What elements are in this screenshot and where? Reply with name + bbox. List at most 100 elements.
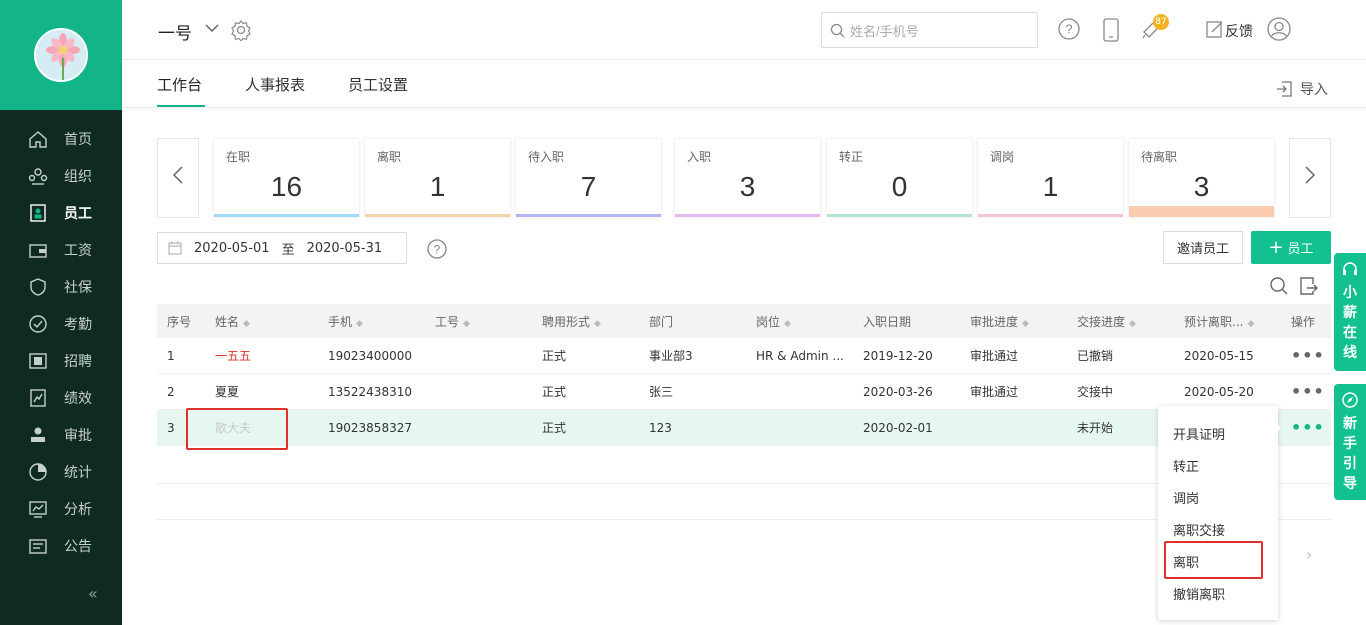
cell-type: 正式 [542,421,567,435]
online-chat-button[interactable]: 小 薪 在 线 [1334,253,1366,371]
sort-icon[interactable]: ◆ [784,319,791,329]
table-row[interactable]: 1 一五五 19023400000 正式 事业部3 HR & Admin ... 2019-… [157,338,1331,374]
recruit-icon [28,351,48,371]
column-header[interactable]: 岗位 ◆ [746,313,853,330]
user-avatar-icon[interactable] [1267,17,1291,45]
menu-item[interactable]: 转正 [1173,456,1199,475]
date-end[interactable]: 2020-05-31 [307,241,383,256]
invite-employee-button[interactable]: 邀请员工 [1163,231,1243,264]
column-header[interactable]: 手机 ◆ [318,313,425,330]
sidebar-item-label: 公告 [64,538,92,555]
date-start[interactable]: 2020-05-01 [194,241,270,256]
sidebar-item[interactable]: 首页 [0,120,122,157]
menu-item[interactable]: 离职交接 [1173,520,1225,539]
search-icon [830,23,846,43]
column-header[interactable]: 预计离职... ◆ [1174,313,1281,330]
sort-icon[interactable]: ◆ [1247,319,1254,329]
sort-icon[interactable]: ◆ [1129,319,1136,329]
sidebar-item[interactable]: 工资 [0,231,122,268]
sort-icon[interactable]: ◆ [1022,319,1029,329]
company-name[interactable]: 一号 [158,19,192,44]
sidebar-item[interactable]: 组织 [0,157,122,194]
menu-item[interactable]: 撤销离职 [1173,584,1225,603]
stat-card[interactable]: 待离职 3 [1129,139,1274,217]
column-header-label: 审批进度 [970,314,1019,329]
cell-join: 2019-12-20 [863,348,933,363]
help-icon[interactable]: ? [1058,18,1080,44]
stat-card[interactable]: 待入职 7 [516,139,661,217]
sidebar-item[interactable]: 招聘 [0,342,122,379]
carousel-next-button[interactable] [1289,138,1331,218]
column-header: 序号 [157,313,205,330]
divider [157,519,1331,520]
more-actions-icon[interactable]: ••• [1281,346,1331,365]
stat-card[interactable]: 入职 3 [675,139,820,217]
column-header-label: 手机 [328,314,353,329]
sidebar-item[interactable]: 社保 [0,268,122,305]
sidebar-item[interactable]: 审批 [0,416,122,453]
sort-icon[interactable]: ◆ [463,319,470,329]
sidebar-item-label: 统计 [64,464,92,481]
sidebar-nav: 首页 组织 员工 工资 社保考勤招聘 绩效 审批统计分析公告 [0,110,122,564]
stat-card[interactable]: 调岗 1 [978,139,1123,217]
top-header: 一号 ? 87 反馈 [122,0,1366,60]
cell-name[interactable]: 一五五 [205,347,318,364]
column-header-label: 预计离职... [1184,314,1244,329]
tab-bar: 工作台 人事报表 员工设置 导入 [122,60,1366,108]
column-header[interactable]: 姓名 ◆ [205,313,318,330]
stat-accent-bar [827,214,972,217]
table-row[interactable]: 3 散大夫 19023858327 正式 123 2020-02-01 未开始 ••• [157,410,1331,446]
export-icon[interactable] [1298,276,1318,300]
compass-icon [1342,392,1358,408]
table-row[interactable]: 2 夏夏 13522438310 正式 张三 2020-03-26 审批通过 交接中 2020-… [157,374,1331,410]
sidebar-item-label: 考勤 [64,316,92,333]
feedback-label: 反馈 [1225,24,1253,40]
search-input[interactable] [850,21,1030,41]
add-employee-button[interactable]: + 员工 [1251,231,1331,264]
sidebar: 首页 组织 员工 工资 社保考勤招聘 绩效 审批统计分析公告 « [0,0,122,625]
sort-icon[interactable]: ◆ [243,319,250,329]
import-button[interactable]: 导入 [1276,79,1328,99]
more-actions-icon[interactable]: ••• [1281,382,1331,401]
column-header[interactable]: 审批进度 ◆ [960,313,1067,330]
sidebar-item[interactable]: 公告 [0,527,122,564]
mobile-icon[interactable] [1102,18,1120,46]
stat-value: 16 [270,171,303,202]
stat-card[interactable]: 在职 16 [214,139,359,217]
tab-workbench[interactable]: 工作台 [157,74,202,95]
more-actions-icon[interactable]: ••• [1281,418,1331,437]
sidebar-item[interactable]: 绩效 [0,379,122,416]
sidebar-item[interactable]: 考勤 [0,305,122,342]
column-header: 操作 [1281,313,1331,330]
collapse-sidebar-icon[interactable]: « [88,584,98,603]
table-search-icon[interactable] [1269,276,1289,300]
chevron-down-icon[interactable] [204,20,220,40]
column-header[interactable]: 工号 ◆ [425,313,532,330]
column-header[interactable]: 聘用形式 ◆ [532,313,639,330]
cell-phone: 19023400000 [328,348,412,363]
sort-icon[interactable]: ◆ [356,319,363,329]
sidebar-item[interactable]: 统计 [0,453,122,490]
import-label: 导入 [1300,82,1328,98]
cell-name[interactable]: 夏夏 [205,383,318,400]
stat-card[interactable]: 转正 0 [827,139,972,217]
carousel-prev-button[interactable] [157,138,199,218]
sort-icon[interactable]: ◆ [594,319,601,329]
column-header[interactable]: 交接进度 ◆ [1067,313,1174,330]
feedback-button[interactable]: 反馈 [1205,19,1253,43]
attendance-icon [28,314,48,334]
date-range-picker[interactable]: 2020-05-01 至 2020-05-31 [157,232,407,264]
menu-item[interactable]: 开具证明 [1173,424,1225,443]
tab-employee-settings[interactable]: 员工设置 [348,74,408,95]
beginner-guide-button[interactable]: 新 手 引 导 [1334,384,1366,500]
avatar[interactable] [34,28,88,82]
sidebar-item[interactable]: 员工 [0,194,122,231]
gear-icon[interactable] [230,19,252,45]
stat-card[interactable]: 离职 1 [365,139,510,217]
next-page-icon[interactable]: › [1306,545,1312,564]
date-separator: 至 [281,242,295,258]
menu-item[interactable]: 调岗 [1173,488,1199,507]
sidebar-item[interactable]: 分析 [0,490,122,527]
tab-hr-report[interactable]: 人事报表 [245,74,305,95]
help-icon[interactable]: ? [427,239,447,263]
